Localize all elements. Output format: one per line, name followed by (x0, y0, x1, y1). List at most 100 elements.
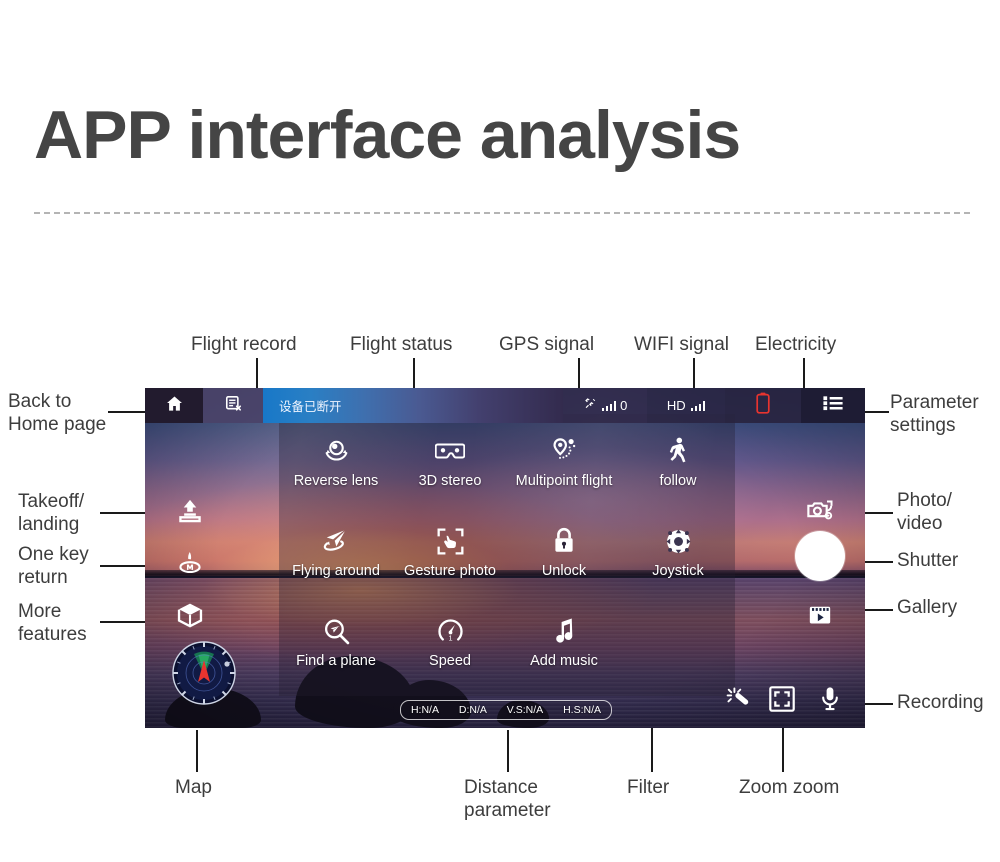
gallery-button[interactable] (803, 600, 837, 634)
app-screen: 设备已断开 0 HD Reverse lens 3D stereo Multip… (145, 388, 865, 728)
flight-record-button[interactable] (203, 388, 263, 423)
top-status-bar: 设备已断开 0 HD (145, 388, 865, 423)
photo-video-toggle-button[interactable] (803, 496, 837, 530)
find-plane-icon (323, 616, 350, 646)
annotation-electricity: Electricity (755, 334, 837, 355)
camera-switch-icon (806, 498, 834, 529)
paper-plane-orbit-icon (322, 526, 350, 556)
distance-param-d: D:N/A (458, 704, 487, 716)
feature-multipoint-flight[interactable]: Multipoint flight (507, 430, 621, 520)
return-home-icon (176, 549, 204, 582)
satellite-icon (583, 397, 598, 415)
page-root: APP interface analysis Back to Home page… (0, 0, 1000, 862)
leader-map (196, 730, 198, 772)
distance-param-h: H:N/A (410, 704, 439, 716)
home-icon (165, 394, 184, 418)
annotation-more-features: More features (18, 601, 87, 645)
distance-param-hs: H.S:N/A (563, 704, 602, 716)
focus-bracket-icon (769, 685, 795, 717)
more-features-button[interactable] (173, 600, 207, 634)
flight-status-text: 设备已断开 (279, 400, 342, 414)
gps-signal-indicator: 0 (563, 388, 647, 423)
annotation-flight-status: Flight status (350, 334, 453, 355)
joystick-icon (665, 526, 692, 556)
feature-label: Speed (429, 653, 471, 669)
feature-label: Add music (530, 653, 598, 669)
annotation-map: Map (175, 777, 212, 798)
flight-status-bar: 设备已断开 (263, 388, 563, 423)
feature-row: Flying around Gesture photo Unlock Joyst… (279, 520, 735, 610)
annotation-flight-record: Flight record (191, 334, 297, 355)
feature-label: Unlock (541, 563, 587, 579)
page-title: APP interface analysis (34, 97, 741, 173)
wifi-signal-indicator: HD (647, 388, 725, 423)
takeoff-landing-icon (176, 497, 204, 530)
film-play-icon (806, 602, 834, 633)
feature-label: Joystick (652, 563, 704, 579)
feature-find-a-plane[interactable]: Find a plane (279, 610, 393, 700)
annotation-gps-signal: GPS signal (499, 334, 595, 355)
parameter-settings-button[interactable] (801, 388, 865, 423)
microphone-icon (818, 686, 842, 717)
lock-icon (552, 526, 576, 556)
leader-distance-parameter (507, 730, 509, 772)
wifi-signal-bars-icon (690, 400, 706, 411)
filter-button[interactable] (723, 686, 753, 716)
annotation-shutter: Shutter (897, 550, 959, 571)
gesture-frame-icon (437, 526, 464, 556)
walking-person-icon (666, 436, 690, 466)
vr-goggles-icon (435, 436, 465, 466)
annotation-filter: Filter (627, 777, 670, 798)
recording-button[interactable] (815, 686, 845, 716)
annotation-recording: Recording (897, 692, 984, 713)
radar-map[interactable] (171, 640, 237, 706)
speedometer-icon: 1 (437, 616, 464, 646)
feature-label: follow (659, 473, 697, 489)
feature-label: Flying around (292, 563, 380, 579)
music-note-icon (553, 616, 575, 646)
annotation-parameter-settings: Parameter settings (890, 392, 979, 436)
distance-parameter-readout: H:N/A D:N/A V.S:N/A H.S:N/A (400, 700, 612, 720)
feature-row: Find a plane 1 Speed Add music (279, 610, 735, 700)
shutter-button[interactable] (795, 531, 845, 581)
takeoff-landing-button[interactable] (173, 496, 207, 530)
flight-record-icon (224, 394, 243, 418)
svg-text:1: 1 (448, 633, 452, 642)
feature-label: Multipoint flight (515, 473, 613, 489)
feature-overlay-panel: Reverse lens 3D stereo Multipoint flight… (279, 414, 735, 696)
feature-3d-stereo[interactable]: 3D stereo (393, 430, 507, 520)
waypoint-icon (550, 436, 578, 466)
list-menu-icon (823, 395, 843, 416)
annotation-gallery: Gallery (897, 597, 958, 618)
annotation-zoom-zoom: Zoom zoom (739, 777, 840, 798)
radar-compass-icon (172, 641, 236, 705)
distance-param-vs: V.S:N/A (506, 704, 544, 716)
reverse-lens-icon (323, 436, 350, 466)
one-key-return-button[interactable] (173, 548, 207, 582)
home-button[interactable] (145, 388, 203, 423)
wifi-quality-label: HD (666, 398, 686, 413)
feature-add-music[interactable]: Add music (507, 610, 621, 700)
battery-indicator (725, 388, 801, 423)
feature-follow[interactable]: follow (621, 430, 735, 520)
feature-label: Find a plane (296, 653, 376, 669)
gps-satellite-count: 0 (620, 398, 628, 413)
feature-gesture-photo[interactable]: Gesture photo (393, 520, 507, 610)
feature-speed[interactable]: 1 Speed (393, 610, 507, 700)
zoom-button[interactable] (767, 685, 797, 717)
feature-unlock[interactable]: Unlock (507, 520, 621, 610)
annotation-back-to-home: Back to Home page (8, 391, 107, 435)
title-divider (34, 212, 970, 214)
feature-row: Reverse lens 3D stereo Multipoint flight… (279, 430, 735, 520)
feature-joystick[interactable]: Joystick (621, 520, 735, 610)
magic-wand-icon (725, 686, 751, 717)
gps-signal-bars-icon (601, 400, 617, 411)
feature-reverse-lens[interactable]: Reverse lens (279, 430, 393, 520)
feature-label: Gesture photo (404, 563, 496, 579)
annotation-distance-parameter: Distance parameter (464, 777, 551, 821)
feature-label: Reverse lens (293, 473, 379, 489)
cube-icon (176, 601, 204, 634)
annotation-wifi-signal: WIFI signal (634, 334, 730, 355)
annotation-photo-video: Photo/ video (897, 490, 952, 534)
feature-flying-around[interactable]: Flying around (279, 520, 393, 610)
